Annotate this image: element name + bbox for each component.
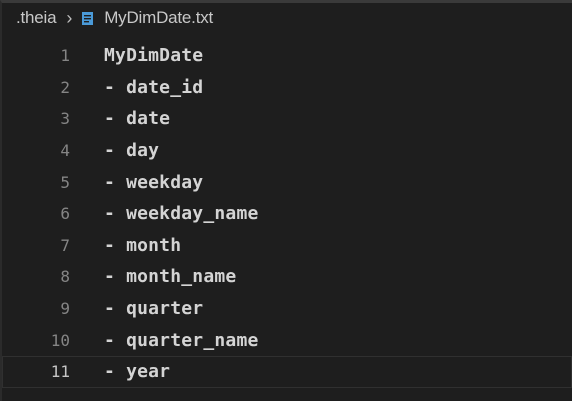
code-line[interactable]: 2 - date_id [2, 72, 572, 104]
code-line[interactable]: 6 - weekday_name [2, 198, 572, 230]
code-line[interactable]: 4 - day [2, 135, 572, 167]
line-number: 3 [60, 109, 70, 129]
line-number: 11 [50, 362, 70, 382]
line-number: 6 [60, 204, 70, 224]
code-line[interactable]: 8 - month_name [2, 261, 572, 293]
code-line[interactable]: 1 MyDimDate [2, 40, 572, 72]
line-text[interactable]: - day [104, 140, 159, 161]
code-line[interactable]: 3 - date [2, 103, 572, 135]
line-text[interactable]: - quarter [104, 298, 203, 319]
code-line[interactable]: 9 - quarter [2, 293, 572, 325]
breadcrumb-file[interactable]: MyDimDate.txt [104, 8, 213, 28]
line-text[interactable]: MyDimDate [104, 45, 203, 66]
current-code-line[interactable]: 11 - year [2, 355, 572, 388]
chevron-right-icon: › [66, 8, 73, 28]
line-number: 2 [60, 77, 70, 97]
code-line[interactable]: 7 - month [2, 230, 572, 262]
line-text[interactable]: - weekday [104, 172, 203, 193]
editor-lines[interactable]: 1 MyDimDate 2 - date_id 3 - date 4 - day… [2, 40, 572, 388]
line-number: 8 [60, 267, 70, 287]
line-text[interactable]: - month_name [104, 266, 236, 287]
breadcrumb-folder[interactable]: .theia [16, 8, 57, 28]
line-number: 1 [60, 46, 70, 66]
code-line[interactable]: 5 - weekday [2, 166, 572, 198]
line-number: 10 [50, 330, 70, 350]
line-number: 4 [60, 141, 70, 161]
line-text[interactable]: - date_id [104, 77, 203, 98]
line-number: 5 [60, 172, 70, 192]
file-text-icon [80, 10, 94, 26]
code-line[interactable]: 10 - quarter_name [2, 324, 572, 356]
line-text[interactable]: - date [104, 108, 170, 129]
breadcrumb: .theia › MyDimDate.txt [2, 3, 572, 33]
line-text[interactable]: - month [104, 235, 181, 256]
line-text[interactable]: - weekday_name [104, 203, 259, 224]
line-number: 7 [60, 235, 70, 255]
line-text[interactable]: - quarter_name [104, 330, 259, 351]
text-editor: .theia › MyDimDate.txt 1 MyDimDate 2 - d… [0, 0, 572, 401]
line-text[interactable]: - year [104, 361, 170, 382]
line-number: 9 [60, 299, 70, 319]
